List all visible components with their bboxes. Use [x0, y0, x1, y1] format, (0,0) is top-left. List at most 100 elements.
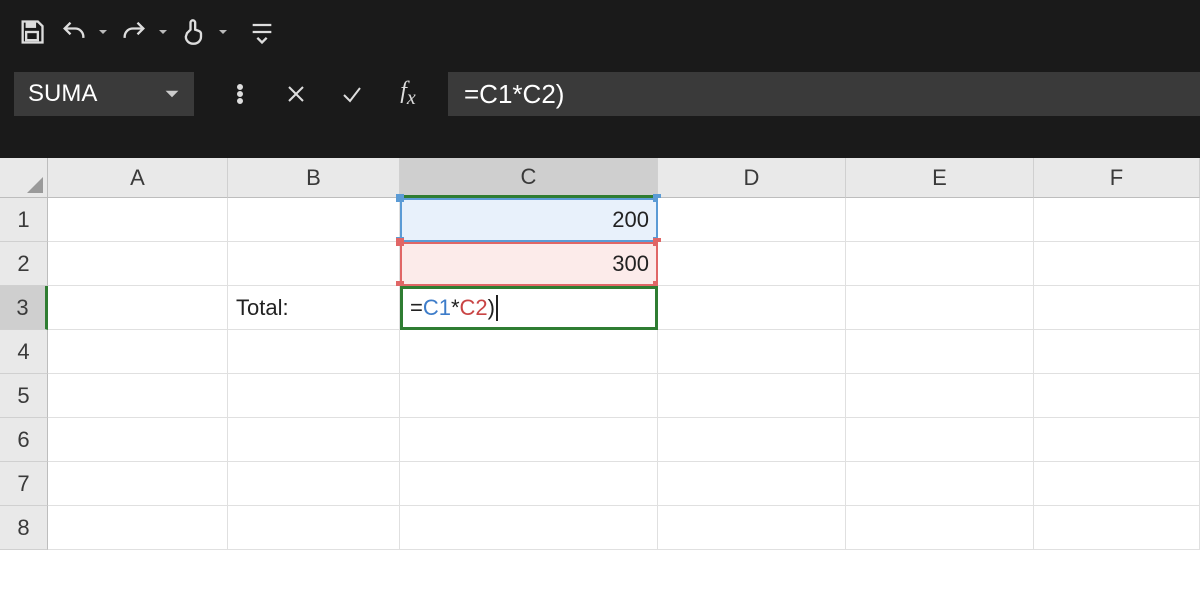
cell-C2[interactable]: 300 [400, 242, 658, 286]
touch-mode-button[interactable] [176, 14, 212, 50]
cell-value: 200 [612, 207, 649, 233]
grid-row: 5 [0, 374, 1200, 418]
col-header-C[interactable]: C [400, 158, 658, 198]
cell-A5[interactable] [48, 374, 228, 418]
more-button[interactable] [212, 72, 268, 116]
column-header-row: A B C D E F [0, 158, 1200, 198]
col-header-A[interactable]: A [48, 158, 228, 198]
cell-E8[interactable] [846, 506, 1034, 550]
cell-A3[interactable] [48, 286, 228, 330]
cell-A7[interactable] [48, 462, 228, 506]
formula-token: C1 [423, 295, 451, 321]
row-header-4[interactable]: 4 [0, 330, 48, 374]
fx-icon: fx [400, 78, 416, 110]
redo-button[interactable] [116, 14, 152, 50]
grid-row: 6 [0, 418, 1200, 462]
cell-C8[interactable] [400, 506, 658, 550]
select-all-corner[interactable] [0, 158, 48, 198]
cell-E6[interactable] [846, 418, 1034, 462]
cell-D2[interactable] [658, 242, 846, 286]
formula-input-text: =C1*C2) [464, 79, 564, 110]
row-header-1[interactable]: 1 [0, 198, 48, 242]
cell-D7[interactable] [658, 462, 846, 506]
cell-value: 300 [612, 251, 649, 277]
cell-E2[interactable] [846, 242, 1034, 286]
cell-A1[interactable] [48, 198, 228, 242]
save-icon [18, 18, 46, 46]
cell-C7[interactable] [400, 462, 658, 506]
name-box-value: SUMA [28, 80, 97, 108]
formula-token: ) [488, 295, 495, 321]
cell-F1[interactable] [1034, 198, 1200, 242]
cell-E3[interactable] [846, 286, 1034, 330]
row-header-3[interactable]: 3 [0, 286, 48, 330]
more-vertical-icon [228, 82, 252, 106]
cell-E1[interactable] [846, 198, 1034, 242]
cell-D1[interactable] [658, 198, 846, 242]
cell-C6[interactable] [400, 418, 658, 462]
cell-F7[interactable] [1034, 462, 1200, 506]
row-header-6[interactable]: 6 [0, 418, 48, 462]
cell-B1[interactable] [228, 198, 400, 242]
cell-E7[interactable] [846, 462, 1034, 506]
cell-F6[interactable] [1034, 418, 1200, 462]
cell-F4[interactable] [1034, 330, 1200, 374]
cell-F2[interactable] [1034, 242, 1200, 286]
cell-B3[interactable]: Total: [228, 286, 400, 330]
row-header-8[interactable]: 8 [0, 506, 48, 550]
redo-dropdown[interactable] [158, 14, 170, 50]
name-box[interactable]: SUMA [14, 72, 194, 116]
row-header-7[interactable]: 7 [0, 462, 48, 506]
col-header-F[interactable]: F [1034, 158, 1200, 198]
cell-D4[interactable] [658, 330, 846, 374]
grid-row: 1 200 [0, 198, 1200, 242]
cell-C4[interactable] [400, 330, 658, 374]
cell-E4[interactable] [846, 330, 1034, 374]
formula-bar: SUMA fx =C1*C2) [0, 64, 1200, 124]
customize-qat-button[interactable] [244, 14, 280, 50]
cell-C5[interactable] [400, 374, 658, 418]
undo-button[interactable] [56, 14, 92, 50]
cell-B8[interactable] [228, 506, 400, 550]
col-header-B[interactable]: B [228, 158, 400, 198]
text-cursor [496, 295, 498, 321]
touch-mode-dropdown[interactable] [218, 14, 230, 50]
cell-A2[interactable] [48, 242, 228, 286]
cell-C3-editing[interactable]: =C1*C2) [400, 286, 658, 330]
undo-dropdown[interactable] [98, 14, 110, 50]
cell-A8[interactable] [48, 506, 228, 550]
grid-row: 4 [0, 330, 1200, 374]
accept-formula-button[interactable] [324, 72, 380, 116]
row-header-2[interactable]: 2 [0, 242, 48, 286]
cell-B2[interactable] [228, 242, 400, 286]
cell-F8[interactable] [1034, 506, 1200, 550]
cell-D6[interactable] [658, 418, 846, 462]
cell-B7[interactable] [228, 462, 400, 506]
quick-access-toolbar [0, 0, 1200, 64]
cell-F5[interactable] [1034, 374, 1200, 418]
formula-input[interactable]: =C1*C2) [448, 72, 1200, 116]
cell-D8[interactable] [658, 506, 846, 550]
row-header-5[interactable]: 5 [0, 374, 48, 418]
insert-function-button[interactable]: fx [380, 72, 436, 116]
cell-B4[interactable] [228, 330, 400, 374]
cell-E5[interactable] [846, 374, 1034, 418]
cell-value: Total: [236, 295, 289, 321]
chevron-down-icon [98, 27, 108, 37]
cell-D5[interactable] [658, 374, 846, 418]
cell-F3[interactable] [1034, 286, 1200, 330]
formula-token: * [451, 295, 460, 321]
cell-A6[interactable] [48, 418, 228, 462]
cell-A4[interactable] [48, 330, 228, 374]
col-header-E[interactable]: E [846, 158, 1034, 198]
cell-C1[interactable]: 200 [400, 198, 658, 242]
cell-B5[interactable] [228, 374, 400, 418]
spreadsheet-grid: A B C D E F 1 200 2 300 3 [0, 158, 1200, 605]
col-header-D[interactable]: D [658, 158, 846, 198]
cancel-formula-button[interactable] [268, 72, 324, 116]
customize-qat-icon [248, 18, 276, 46]
cell-D3[interactable] [658, 286, 846, 330]
cell-B6[interactable] [228, 418, 400, 462]
save-button[interactable] [14, 14, 50, 50]
chevron-down-icon [158, 27, 168, 37]
